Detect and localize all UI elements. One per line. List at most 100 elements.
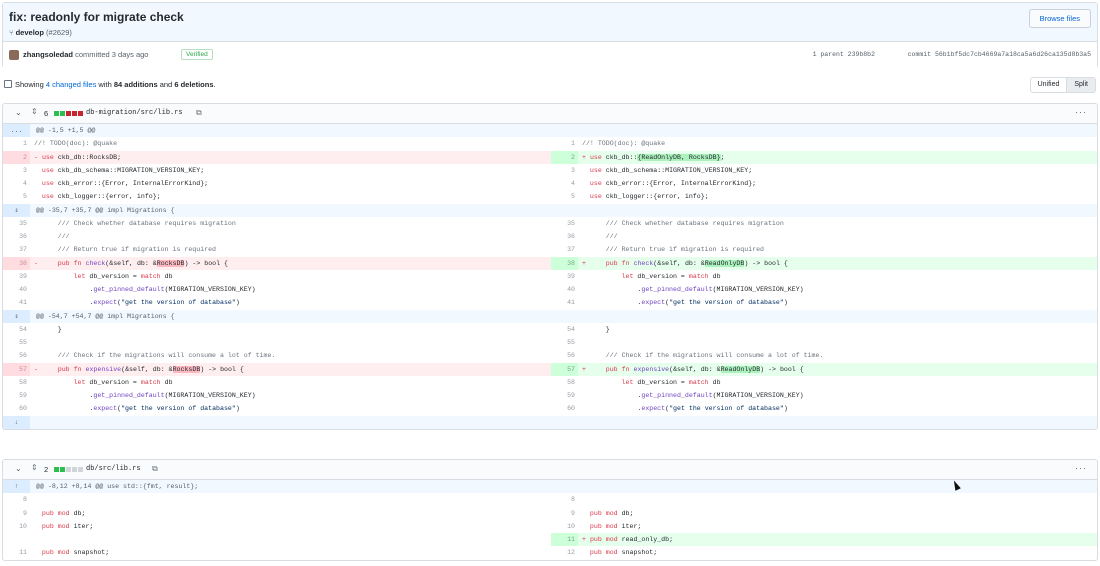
line-number[interactable]: 8 [551,493,578,506]
line-number[interactable]: 41 [3,296,30,309]
unified-view-button[interactable]: Unified [1031,78,1067,92]
line-number[interactable]: 54 [551,323,578,336]
line-number[interactable]: 60 [551,402,578,415]
split-view-button[interactable]: Split [1066,78,1095,92]
line-number[interactable]: 41 [551,296,578,309]
verified-badge[interactable]: Verified [181,49,213,60]
line-number[interactable]: 2 [551,150,578,164]
line-number[interactable]: 9 [551,507,578,520]
right-side: 35 /// Check whether database requires m… [551,217,1097,230]
line-number[interactable]: 4 [551,177,578,190]
file-diff-icon[interactable] [4,80,12,88]
line-number[interactable]: 3 [3,164,30,177]
right-side: 5 use ckb_logger::{error, info}; [551,190,1097,203]
code-line: let db_version = match db [621,378,721,386]
line-number[interactable]: 1 [3,137,30,150]
left-side: 57- pub fn expensive(&self, db: &RocksDB… [3,362,551,376]
line-number[interactable]: 10 [3,520,30,533]
line-number[interactable]: 54 [3,323,30,336]
line-number[interactable] [3,533,30,546]
expand-icon[interactable]: ⇕ [3,203,30,217]
clipboard-icon[interactable]: ⧉ [196,108,202,118]
line-number[interactable]: 10 [551,520,578,533]
line-number[interactable]: 39 [3,270,30,283]
line-number[interactable]: 60 [3,402,30,415]
line-number[interactable]: 36 [3,230,30,243]
line-number[interactable]: 1 [551,137,578,150]
file-path[interactable]: db-migration/src/lib.rs [86,109,183,117]
table-row: 41 .expect("get the version of database"… [3,296,1097,309]
branch-name[interactable]: develop [16,28,44,37]
parent-commit[interactable]: 1 parent 239b8b2 [813,51,875,58]
diff-table: ... @@ -1,5 +1,5 @@ 1 //! TODO(doc): @quake… [3,124,1097,429]
line-number[interactable]: 12 [551,546,578,559]
table-row: 3 use ckb_db_schema::MIGRATION_VERSION_K… [3,164,1097,177]
line-number[interactable]: 38 [551,256,578,270]
line-number[interactable]: 2 [3,150,30,164]
pr-number[interactable]: (#2629) [46,28,72,37]
table-row: 36 ///36 /// [3,230,1097,243]
line-number[interactable]: 9 [3,507,30,520]
line-number[interactable]: 39 [551,270,578,283]
line-number[interactable]: 4 [3,177,30,190]
diffstat-block [60,467,65,472]
line-number[interactable]: 11 [551,533,578,547]
line-number[interactable]: 35 [3,217,30,230]
expand-icon[interactable]: ↑ [3,480,30,494]
left-side: 8 [3,493,551,506]
code-line: pub mod snapshot; [41,549,110,557]
line-number[interactable]: 55 [3,336,30,349]
line-number[interactable]: 57 [551,362,578,376]
line-number[interactable]: 3 [551,164,578,177]
expand-icon[interactable]: ⇕ [31,463,38,472]
diffstat-bar [54,111,83,116]
line-number[interactable]: 58 [551,376,578,389]
code-line: .get_pinned_default(MIGRATION_VERSION_KE… [582,392,804,399]
line-number[interactable]: 40 [3,283,30,296]
line-number[interactable]: 55 [551,336,578,349]
code-line: let db_version = match db [73,378,173,386]
expand-icon[interactable]: ... [3,124,30,138]
line-number[interactable]: 58 [3,376,30,389]
code-line: /// Check if the migrations will consume… [34,352,276,360]
chevron-down-icon[interactable]: ⌄ [15,108,22,117]
left-side: 9 pub mod db; [3,507,551,520]
line-number[interactable]: 38 [3,256,30,270]
hunk-text: @@ -1,5 +1,5 @@ [36,127,96,134]
line-number[interactable]: 37 [551,243,578,256]
line-number[interactable]: 56 [551,349,578,362]
line-number[interactable]: 37 [3,243,30,256]
table-row: 56 /// Check if the migrations will cons… [3,349,1097,362]
browse-files-button[interactable]: Browse files [1028,9,1091,28]
clipboard-icon[interactable]: ⧉ [152,464,158,474]
author-name[interactable]: zhangsoledad [23,50,73,59]
line-number[interactable]: 35 [551,217,578,230]
hunk-text: @@ -35,7 +35,7 @@ impl Migrations { [36,206,175,214]
table-row: 38- pub fn check(&self, db: &RocksDB) ->… [3,256,1097,270]
kebab-icon[interactable]: ··· [1075,463,1087,473]
right-side: 10 pub mod iter; [551,520,1097,533]
line-number[interactable]: 5 [551,190,578,203]
kebab-icon[interactable]: ··· [1075,107,1087,117]
line-number[interactable]: 8 [3,493,30,506]
expand-icon[interactable]: ⇕ [31,107,38,116]
line-number[interactable]: 57 [3,362,30,376]
left-side: 5 use ckb_logger::{error, info}; [3,190,551,203]
line-number[interactable]: 11 [3,546,30,559]
line-number[interactable]: 36 [551,230,578,243]
file-path[interactable]: db/src/lib.rs [86,465,141,473]
avatar[interactable] [9,50,19,60]
line-number[interactable]: 56 [3,349,30,362]
line-number[interactable]: 59 [551,389,578,402]
line-number[interactable]: 59 [3,389,30,402]
file-diff: ⌄ ⇕ 6 db-migration/src/lib.rs ⧉ ··· ... @… [2,103,1098,430]
line-number[interactable]: 5 [3,190,30,203]
code-line: + pub fn expensive(&self, db: &ReadOnlyD… [578,362,1097,376]
line-number[interactable]: 40 [551,283,578,296]
summary-and: and [159,80,173,89]
changed-files-link[interactable]: 4 changed files [46,80,96,89]
expand-icon[interactable]: ↓ [3,415,30,429]
expand-icon[interactable]: ⇕ [3,309,30,323]
expand-row: ↓ [3,415,1097,429]
chevron-down-icon[interactable]: ⌄ [15,464,22,473]
